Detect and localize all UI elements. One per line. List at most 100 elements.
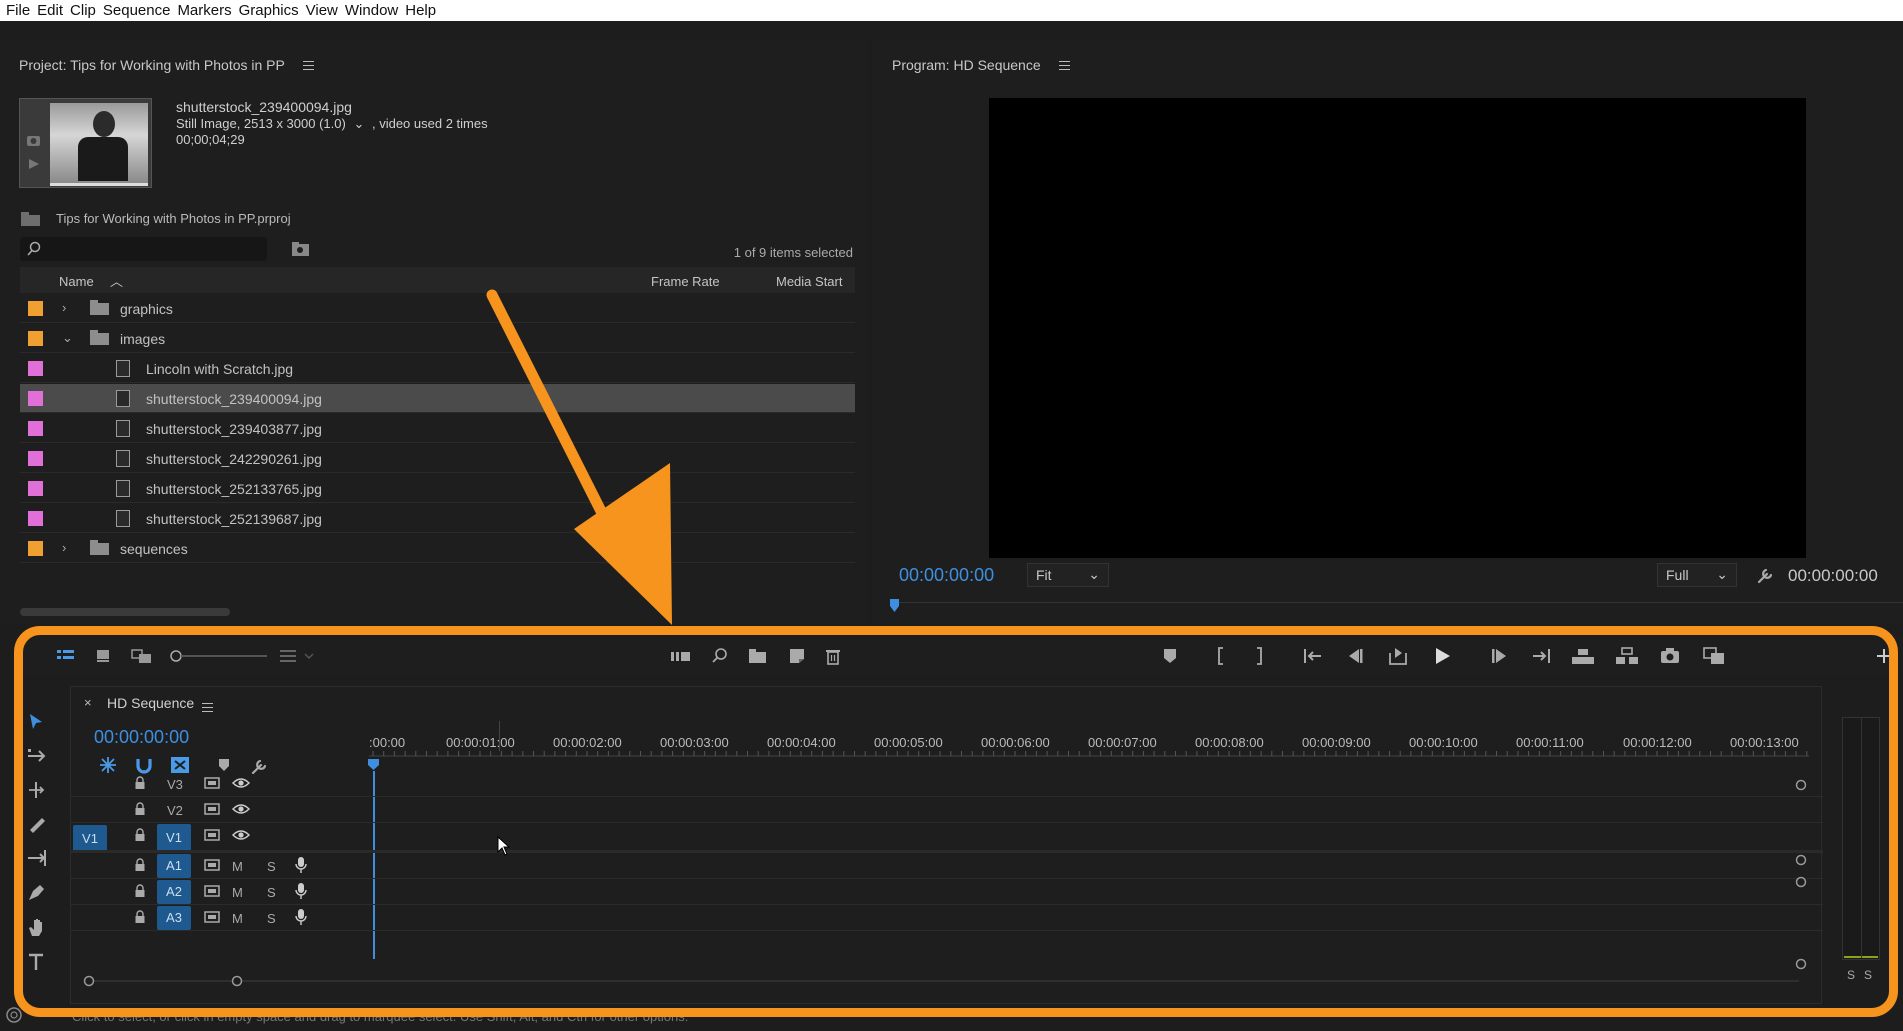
project-item-row[interactable]: shutterstock_239400094.jpg (20, 384, 855, 413)
label-color-swatch[interactable] (28, 451, 43, 466)
new-bin-icon[interactable] (748, 648, 768, 664)
track-lock-icon[interactable] (134, 858, 146, 872)
timeline-playhead-handle[interactable] (367, 758, 381, 772)
menu-edit[interactable]: Edit (37, 2, 68, 19)
menu-view[interactable]: View (306, 2, 343, 19)
lift-icon[interactable] (1570, 646, 1596, 666)
scroll-handle-right[interactable] (230, 974, 244, 988)
timeline-playhead-timecode[interactable]: 00:00:00:00 (94, 727, 189, 748)
project-item-row[interactable]: Lincoln with Scratch.jpg (20, 354, 855, 383)
step-forward-icon[interactable] (1490, 647, 1510, 665)
source-patch-v1[interactable]: V1 (73, 825, 107, 852)
audio-scroll-handle-top[interactable] (1794, 875, 1808, 889)
sync-lock-icon[interactable] (204, 828, 220, 842)
menu-help[interactable]: Help (405, 2, 441, 19)
pen-tool-icon[interactable] (26, 882, 48, 902)
project-item-row[interactable]: shutterstock_239403877.jpg (20, 414, 855, 443)
sync-lock-icon[interactable] (204, 802, 220, 816)
track-target-a2[interactable]: A2 (157, 880, 191, 904)
add-marker-icon[interactable] (1162, 647, 1178, 665)
type-tool-icon[interactable] (26, 952, 46, 972)
label-color-swatch[interactable] (28, 331, 43, 346)
new-item-icon[interactable] (788, 647, 806, 665)
creative-cloud-icon[interactable] (5, 1006, 23, 1024)
voice-over-record-icon[interactable] (294, 856, 308, 874)
track-target-v3[interactable]: V3 (167, 777, 183, 792)
sort-ascending-icon[interactable]: ︿ (110, 271, 123, 290)
bin-row[interactable]: › graphics (20, 294, 855, 323)
selection-tool-icon[interactable] (26, 712, 46, 732)
extract-icon[interactable] (1614, 646, 1640, 666)
voice-over-record-icon[interactable] (294, 882, 308, 900)
audio-track-row[interactable] (71, 879, 1823, 905)
label-color-swatch[interactable] (28, 301, 43, 316)
list-view-icon[interactable] (56, 648, 76, 664)
label-color-swatch[interactable] (28, 361, 43, 376)
expand-chevron-icon[interactable]: › (62, 300, 66, 315)
track-target-a3[interactable]: A3 (157, 906, 191, 930)
program-monitor-menu-icon[interactable] (1059, 61, 1071, 71)
track-lock-icon[interactable] (134, 776, 146, 790)
track-target-a1[interactable]: A1 (157, 854, 191, 878)
button-editor-plus-icon[interactable] (1876, 648, 1892, 664)
fit-dropdown[interactable]: Fit ⌄ (1027, 563, 1109, 587)
project-item-row[interactable]: shutterstock_252133765.jpg (20, 474, 855, 503)
solo-track-button[interactable]: S (267, 885, 276, 900)
track-target-v1[interactable]: V1 (157, 824, 191, 852)
slip-tool-icon[interactable] (26, 848, 48, 868)
icon-view-icon[interactable] (95, 648, 111, 664)
close-tab-icon[interactable]: × (84, 695, 92, 710)
label-color-swatch[interactable] (28, 421, 43, 436)
label-color-swatch[interactable] (28, 481, 43, 496)
mark-in-icon[interactable] (1214, 646, 1226, 666)
collapse-chevron-icon[interactable]: ⌄ (62, 330, 73, 346)
mute-track-button[interactable]: M (232, 859, 243, 874)
scroll-handle-left[interactable] (82, 974, 96, 988)
video-audio-divider[interactable] (71, 850, 1823, 853)
track-select-tool-icon[interactable] (26, 746, 48, 766)
program-playhead[interactable] (889, 598, 901, 614)
mute-track-button[interactable]: M (232, 911, 243, 926)
new-search-bin-icon[interactable] (291, 241, 311, 257)
ripple-edit-tool-icon[interactable] (26, 780, 48, 800)
play-in-to-out-icon[interactable] (1387, 645, 1409, 667)
trash-icon[interactable] (825, 647, 841, 665)
solo-track-button[interactable]: S (267, 859, 276, 874)
video-track-row[interactable] (71, 823, 1823, 853)
voice-over-record-icon[interactable] (294, 908, 308, 926)
meter-solo-right-button[interactable]: S (1864, 968, 1872, 982)
menu-window[interactable]: Window (345, 2, 403, 19)
clip-thumbnail[interactable] (19, 98, 152, 188)
mute-track-button[interactable]: M (232, 885, 243, 900)
column-name[interactable]: Name (59, 274, 94, 289)
thumbnail-scrub-bar[interactable] (50, 183, 148, 186)
label-color-swatch[interactable] (28, 541, 43, 556)
automate-to-sequence-icon[interactable] (670, 648, 692, 664)
program-playhead-timecode[interactable]: 00:00:00:00 (899, 565, 994, 586)
timeline-horizontal-scrollbar[interactable] (89, 980, 1799, 982)
hand-tool-icon[interactable] (26, 916, 48, 938)
label-color-swatch[interactable] (28, 391, 43, 406)
track-target-v2[interactable]: V2 (167, 803, 183, 818)
bin-row[interactable]: › sequences (20, 534, 855, 563)
toggle-track-output-eye-icon[interactable] (232, 802, 250, 816)
audio-track-row[interactable] (71, 853, 1823, 879)
track-lock-icon[interactable] (134, 828, 146, 842)
video-track-row[interactable] (71, 797, 1823, 823)
mark-out-icon[interactable] (1254, 646, 1266, 666)
step-back-icon[interactable] (1345, 647, 1365, 665)
freeform-view-icon[interactable] (131, 648, 153, 664)
razor-tool-icon[interactable] (26, 814, 48, 834)
project-panel-menu-icon[interactable] (303, 61, 315, 71)
audio-scroll-handle-bottom[interactable] (1794, 957, 1808, 971)
sequence-tab[interactable]: HD Sequence (107, 695, 194, 711)
menu-clip[interactable]: Clip (70, 2, 101, 19)
program-time-ruler[interactable] (890, 602, 1903, 603)
label-color-swatch[interactable] (28, 511, 43, 526)
video-scroll-handle-top[interactable] (1794, 778, 1808, 792)
project-search-input[interactable] (20, 237, 267, 261)
meter-solo-left-button[interactable]: S (1847, 968, 1855, 982)
project-horizontal-scrollbar[interactable] (20, 608, 230, 616)
menu-file[interactable]: File (6, 2, 35, 19)
go-to-in-icon[interactable] (1302, 647, 1324, 665)
